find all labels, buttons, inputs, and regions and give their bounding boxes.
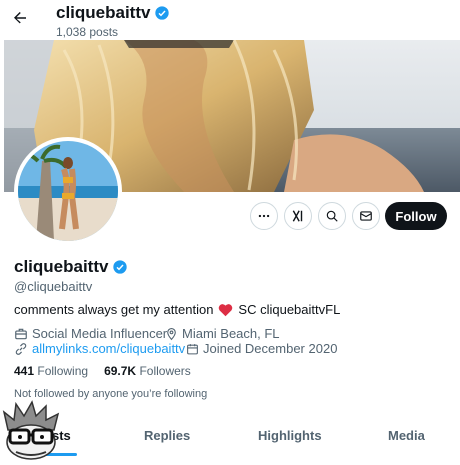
- followers-label: Followers: [139, 364, 191, 378]
- followers-link[interactable]: 69.7K Followers: [104, 364, 191, 378]
- category-text: Social Media Influencer: [32, 326, 168, 341]
- post-count: 1,038 posts: [56, 25, 119, 39]
- location-icon: [167, 327, 176, 340]
- follow-button[interactable]: Follow: [385, 202, 447, 230]
- message-button[interactable]: [352, 202, 380, 230]
- briefcase-icon: [15, 328, 27, 339]
- tab-replies[interactable]: Replies: [144, 428, 190, 443]
- bio-text-end: SC cliquebaittvFL: [238, 302, 341, 317]
- following-label: Following: [37, 364, 89, 378]
- verified-badge-icon[interactable]: [112, 259, 128, 275]
- back-button[interactable]: [8, 6, 32, 30]
- category-item: Social Media Influencer: [14, 326, 167, 341]
- link-item: allmylinks.com/cliquebaittv: [14, 341, 185, 356]
- back-arrow-icon: [14, 12, 26, 24]
- verified-badge-icon: [155, 6, 170, 20]
- location-item: Miami Beach, FL: [165, 326, 280, 341]
- bio-text-start: comments always get my attention: [14, 302, 214, 317]
- joined-item: Joined December 2020: [186, 341, 337, 356]
- following-link[interactable]: 441 Following: [14, 364, 88, 378]
- message-icon: [360, 211, 372, 221]
- profile-link[interactable]: allmylinks.com/cliquebaittv: [32, 341, 185, 356]
- tab-highlights[interactable]: Highlights: [258, 428, 322, 443]
- follow-stats: 441 Following 69.7K Followers: [14, 364, 191, 378]
- grok-button[interactable]: [284, 202, 312, 230]
- header-title: cliquebaittv: [56, 3, 170, 23]
- heart-emoji-icon: [219, 303, 233, 316]
- more-button[interactable]: [250, 202, 278, 230]
- calendar-icon: [187, 343, 198, 354]
- profile-name: cliquebaittv: [14, 257, 109, 276]
- grok-icon: [292, 210, 303, 222]
- avatar[interactable]: [14, 137, 122, 245]
- joined-text: Joined December 2020: [203, 341, 338, 356]
- profile-bio: comments always get my attention SC cliq…: [14, 302, 340, 317]
- header-name: cliquebaittv: [56, 3, 151, 22]
- tab-media[interactable]: Media: [388, 428, 425, 443]
- mascot-watermark: [0, 400, 64, 460]
- profile-handle: @cliquebaittv: [14, 279, 93, 294]
- more-icon: [258, 214, 270, 218]
- search-button[interactable]: [318, 202, 346, 230]
- location-text: Miami Beach, FL: [182, 326, 280, 341]
- search-icon: [326, 210, 338, 222]
- not-followed-note: Not followed by anyone you’re following: [14, 388, 208, 400]
- followers-count: 69.7K: [104, 364, 137, 378]
- profile-name-row: cliquebaittv: [14, 257, 128, 277]
- link-icon: [15, 342, 27, 355]
- following-count: 441: [14, 364, 35, 378]
